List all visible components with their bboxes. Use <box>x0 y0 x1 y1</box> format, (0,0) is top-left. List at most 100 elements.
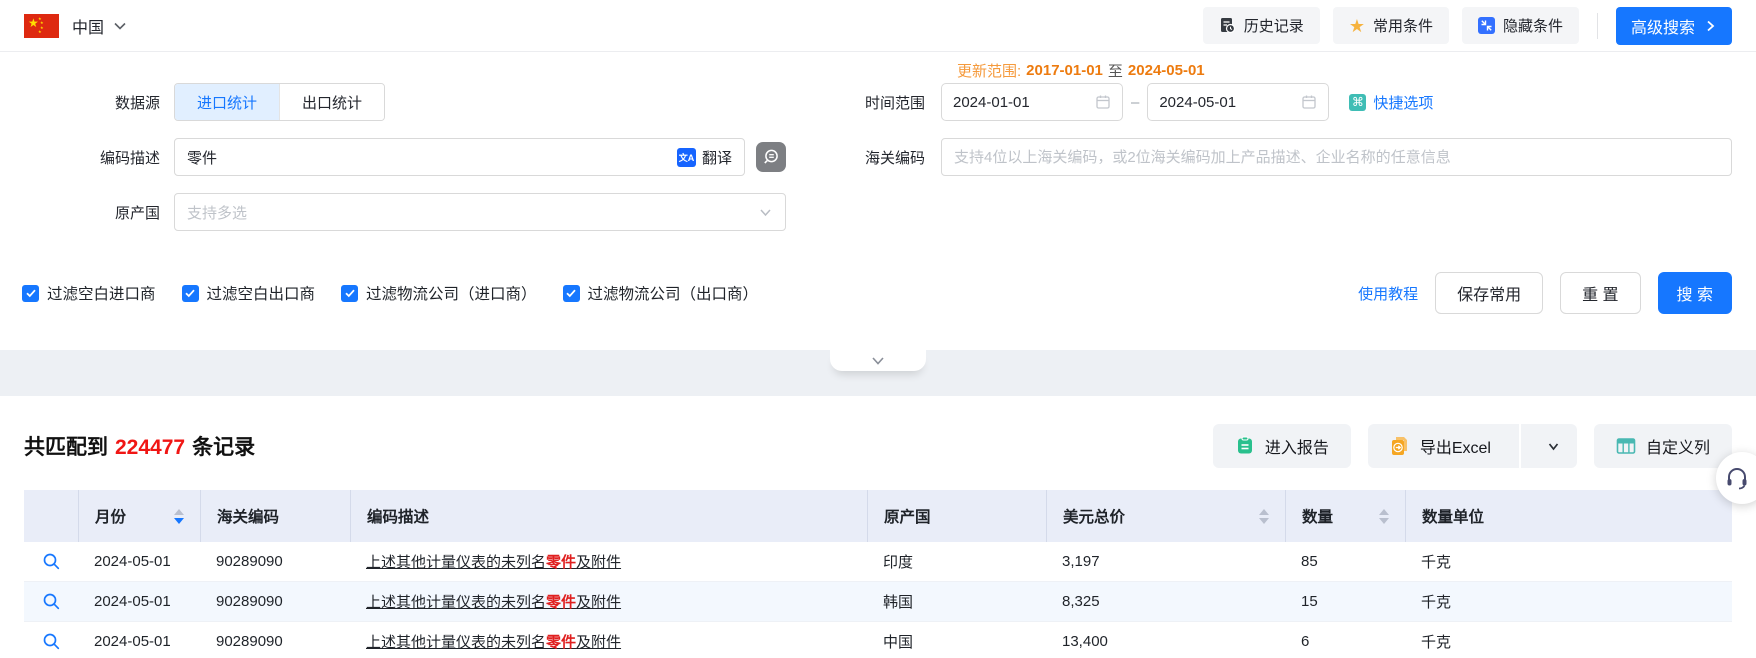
advanced-search-label: 高级搜索 <box>1630 19 1695 37</box>
tab-import-stats[interactable]: 进口统计 <box>175 84 280 120</box>
origin-country-select[interactable]: 支持多选 <box>174 193 786 231</box>
topbar: ★ ★ ★ ★ ★ 中国 历史记录 ★ 常用条件 隐藏条件 高级搜索 <box>0 0 1756 52</box>
checkbox-filter-logistics-importer[interactable]: 过滤物流公司（进口商） <box>341 282 537 304</box>
report-icon <box>1237 436 1252 454</box>
row-detail-search-button[interactable] <box>24 582 78 621</box>
svg-text:★: ★ <box>38 29 42 34</box>
export-excel-label: 导出Excel <box>1419 440 1491 457</box>
quick-options-button[interactable]: ⌘ 快捷选项 <box>1349 92 1433 113</box>
origin-country-label: 原产国 <box>114 204 160 222</box>
cell-month: 2024-05-01 <box>94 553 171 570</box>
tab-export-stats[interactable]: 出口统计 <box>279 84 385 120</box>
hide-conditions-button[interactable]: 隐藏条件 <box>1461 7 1579 44</box>
custom-columns-button[interactable]: 自定义列 <box>1593 424 1732 468</box>
custom-columns-label: 自定义列 <box>1645 440 1710 457</box>
custom-columns-icon <box>1616 438 1636 454</box>
search-button[interactable]: 搜 索 <box>1657 272 1732 314</box>
sort-month[interactable] <box>174 508 184 524</box>
reset-button[interactable]: 重 置 <box>1560 272 1641 314</box>
header-quantity[interactable]: 数量 <box>1285 490 1405 542</box>
chevron-down-icon <box>1549 442 1559 450</box>
history-button[interactable]: 历史记录 <box>1202 7 1320 44</box>
checkbox-filter-blank-exporter[interactable]: 过滤空白出口商 <box>181 282 315 304</box>
hs-code-input[interactable] <box>954 148 1719 166</box>
collapse-panel-tab[interactable] <box>830 350 926 371</box>
chevron-down-icon <box>114 22 126 30</box>
save-favorite-button[interactable]: 保存常用 <box>1435 272 1544 314</box>
cell-description[interactable]: 上述其他计量仪表的未列名零件及附件 <box>350 582 867 621</box>
divider <box>1518 424 1521 468</box>
cell-origin: 中国 <box>883 634 914 651</box>
favorites-button[interactable]: ★ 常用条件 <box>1332 7 1449 44</box>
cell-description[interactable]: 上述其他计量仪表的未列名零件及附件 <box>350 542 867 581</box>
filter-checkbox-group: 过滤空白进口商 过滤空白出口商 过滤物流公司（进口商） 过滤物流公司（出口商） <box>22 282 758 304</box>
checkbox-checked-icon <box>22 284 39 302</box>
update-range-label: 更新范围: <box>957 63 1022 80</box>
update-range: 更新范围: 2017-01-01 至 2024-05-01 <box>786 58 1732 83</box>
hs-code-field <box>941 138 1732 176</box>
row-detail-search-button[interactable] <box>24 542 78 581</box>
keyword-highlight: 零件 <box>546 594 577 611</box>
country-selector[interactable]: ★ ★ ★ ★ ★ 中国 <box>24 13 128 38</box>
cell-month: 2024-05-01 <box>94 593 171 610</box>
table-header-row: 月份 海关编码 编码描述 原产国 美元总价 数量 数量单位 <box>24 490 1732 542</box>
cell-month: 2024-05-01 <box>94 633 171 650</box>
hs-code-label: 海关编码 <box>864 149 925 167</box>
export-options-caret[interactable] <box>1531 424 1577 468</box>
favorites-label: 常用条件 <box>1372 18 1433 35</box>
export-excel-button[interactable]: 导出Excel <box>1368 424 1509 468</box>
enter-report-label: 进入报告 <box>1264 440 1329 457</box>
magnifier-icon <box>43 633 59 650</box>
chevron-down-icon <box>760 208 771 216</box>
end-date-value: 2024-05-01 <box>1159 93 1237 111</box>
advanced-search-button[interactable]: 高级搜索 <box>1615 6 1732 45</box>
start-date-picker[interactable]: 2024-01-01 <box>941 83 1123 121</box>
cell-quantity: 85 <box>1301 553 1318 570</box>
data-source-tabs: 进口统计 出口统计 <box>174 83 386 121</box>
calendar-icon <box>1302 95 1316 109</box>
code-description-input[interactable] <box>187 148 677 166</box>
translate-icon: 文A <box>676 147 696 167</box>
cell-description[interactable]: 上述其他计量仪表的未列名零件及附件 <box>350 622 867 658</box>
origin-country-placeholder: 支持多选 <box>187 204 248 222</box>
hide-conditions-label: 隐藏条件 <box>1502 18 1563 35</box>
cell-origin: 韩国 <box>883 594 914 611</box>
code-description-label: 编码描述 <box>99 149 160 167</box>
data-source-label: 数据源 <box>114 94 160 112</box>
results-table: 月份 海关编码 编码描述 原产国 美元总价 数量 数量单位 2024-05-01… <box>24 490 1732 658</box>
results-section: 共匹配到 224477 条记录 进入报告 导出Excel 自定义列 月份 海关编… <box>0 396 1756 658</box>
checkbox-checked-icon <box>181 284 199 302</box>
export-excel-icon <box>1391 437 1407 455</box>
results-title: 共匹配到 224477 条记录 <box>24 436 256 459</box>
checkbox-filter-logistics-exporter[interactable]: 过滤物流公司（出口商） <box>562 282 758 304</box>
cell-hs-code: 90289090 <box>216 633 283 650</box>
tutorial-link[interactable]: 使用教程 <box>1358 283 1418 304</box>
china-flag-icon: ★ ★ ★ ★ ★ <box>24 13 59 38</box>
checkbox-filter-blank-importer[interactable]: 过滤空白进口商 <box>22 282 156 304</box>
row-detail-search-button[interactable] <box>24 622 78 658</box>
translate-button[interactable]: 文A 翻译 <box>676 147 732 168</box>
table-body: 2024-05-01 90289090 上述其他计量仪表的未列名零件及附件 印度… <box>24 542 1732 658</box>
checkbox-checked-icon <box>341 284 359 302</box>
headset-icon <box>1727 468 1747 490</box>
checkbox-checked-icon <box>562 284 580 302</box>
magnifier-icon <box>43 593 59 610</box>
header-month[interactable]: 月份 <box>78 490 200 542</box>
sort-quantity[interactable] <box>1379 508 1389 524</box>
chevron-right-icon <box>1707 20 1715 31</box>
end-date-picker[interactable]: 2024-05-01 <box>1147 83 1330 121</box>
header-hs-code: 海关编码 <box>200 490 350 542</box>
star-icon: ★ <box>1348 15 1365 36</box>
exact-match-button[interactable] <box>756 142 786 172</box>
sort-usd-total[interactable] <box>1259 508 1269 524</box>
cell-hs-code: 90289090 <box>216 593 283 610</box>
cell-quantity: 15 <box>1301 593 1318 610</box>
search-panel: 数据源 进口统计 出口统计 编码描述 文A 翻译 <box>0 52 1756 371</box>
cell-quantity: 6 <box>1301 633 1310 650</box>
header-usd-total[interactable]: 美元总价 <box>1046 490 1285 542</box>
table-row: 2024-05-01 90289090 上述其他计量仪表的未列名零件及附件 印度… <box>24 542 1732 582</box>
enter-report-button[interactable]: 进入报告 <box>1212 424 1351 468</box>
update-range-to: 至 <box>1107 63 1123 80</box>
quick-options-label: 快捷选项 <box>1373 94 1434 112</box>
history-icon <box>1220 18 1235 34</box>
